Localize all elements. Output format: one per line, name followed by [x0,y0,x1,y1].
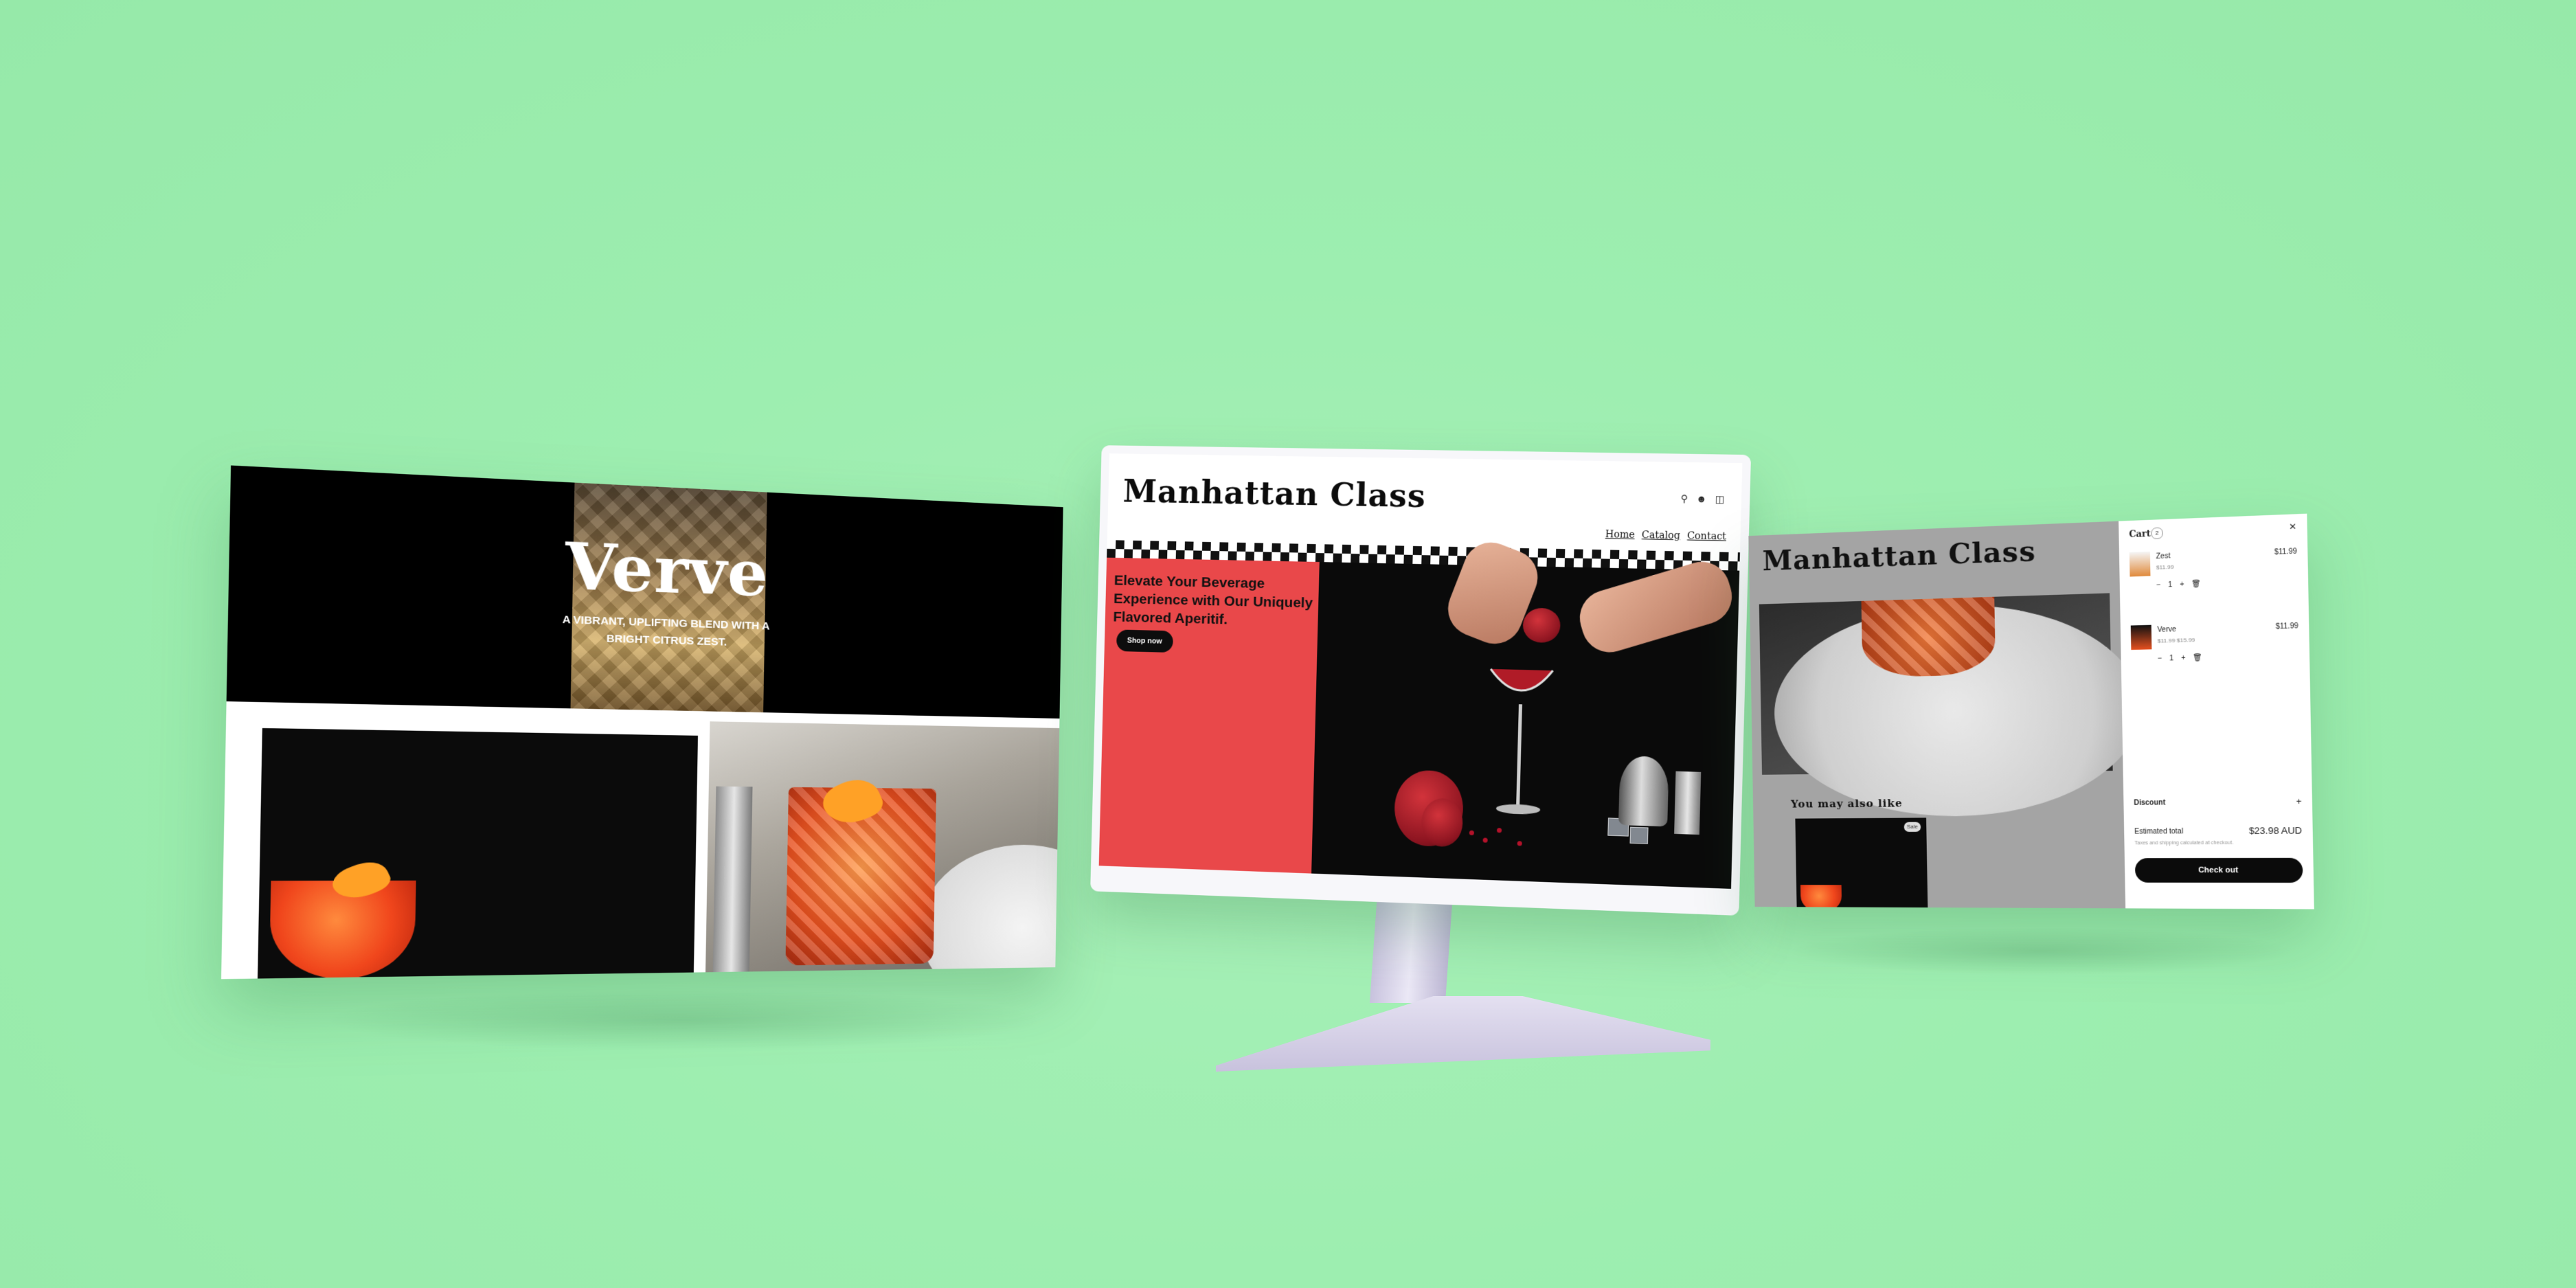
shop-now-button[interactable]: Shop now [1116,629,1173,653]
spritz-glass [1800,885,1842,909]
cocktail-shaker [1618,756,1669,826]
site-logo[interactable]: Manhattan Class [1122,473,1426,515]
quantity-value[interactable]: 1 [2169,655,2173,663]
product-card[interactable]: Sale [1795,817,1928,907]
header-icons: ⚲ ☻ ◫ [1680,493,1724,505]
monitor-stand-base [1216,996,1710,1072]
subtotal-label: Estimated total [2134,828,2183,836]
item-unit-price: $11.99 [2156,564,2174,571]
product-image-negroni[interactable] [705,721,1059,972]
item-name[interactable]: Zest [2156,552,2170,561]
quantity-value[interactable]: 1 [2168,581,2172,589]
tax-note: Taxes and shipping calculated at checkou… [2134,841,2233,846]
item-unit-price: $11.99 $15.99 [2158,637,2195,644]
search-icon[interactable]: ⚲ [1680,493,1688,504]
seed [1483,837,1488,842]
cart-count-badge: 2 [2151,528,2162,539]
pomegranate-half [1522,608,1561,644]
account-icon[interactable]: ☻ [1696,493,1707,506]
right-website-panel: Manhattan Class You may also like Sale C… [1748,514,2314,909]
item-thumbnail [2129,552,2151,577]
trash-icon[interactable]: 🗑 [2191,580,2201,588]
checkout-button[interactable]: Check out [2135,858,2303,883]
jigger [713,787,753,974]
item-price: $11.99 [2276,622,2298,631]
main-nav: Home Catalog Contact [1605,529,1727,543]
cart-item: Verve $11.99 $15.99 $11.99 − 1 + 🗑 [2131,621,2299,683]
hero-subtitle: A vibrant, uplifting blend with a bright… [547,611,784,653]
plate [918,844,1063,979]
discount-toggle[interactable]: Discount [2134,799,2165,807]
jigger [1674,771,1701,835]
pomegranate-right [1421,798,1464,847]
right-hand [1573,555,1739,659]
minus-icon[interactable]: − [2156,581,2160,589]
trash-icon[interactable]: 🗑 [2193,654,2202,662]
center-monitor: Manhattan Class ⚲ ☻ ◫ Home Catalog Conta… [1090,445,1751,916]
bag-icon[interactable]: ◫ [1715,493,1725,505]
plus-icon[interactable]: + [2181,654,2186,662]
item-thumbnail [2131,625,2152,650]
you-may-also-like-heading: You may also like [1791,797,1903,810]
item-price: $11.99 [2274,547,2297,556]
nav-contact[interactable]: Contact [1687,530,1726,542]
cocktail-glass [1862,597,1996,678]
ice-cube [1630,827,1649,844]
sale-badge: Sale [1904,822,1921,832]
minus-icon[interactable]: − [2158,655,2162,663]
seed [1469,831,1474,835]
nav-catalog[interactable]: Catalog [1642,530,1680,541]
seed [1497,828,1502,833]
cart-drawer: Cart 2 ✕ Zest $11.99 $11.99 − 1 + 🗑 Verv… [2119,514,2314,909]
monitor-screen: Manhattan Class ⚲ ☻ ◫ Home Catalog Conta… [1099,453,1743,889]
left-website-panel: Verve A vibrant, uplifting blend with a … [221,466,1063,980]
hero-photo [1311,562,1739,889]
chevron-down-icon[interactable]: + [2296,796,2301,806]
subtotal-value: $23.98 AUD [2249,825,2303,836]
left-hero-banner: Verve A vibrant, uplifting blend with a … [227,466,1063,719]
product-image-spritz[interactable] [258,728,698,979]
close-icon[interactable]: ✕ [2289,521,2296,532]
hero-headline: Elevate Your Beverage Experience with Ou… [1113,572,1315,631]
item-name[interactable]: Verve [2157,626,2176,634]
left-shadow [323,989,1044,1051]
site-logo[interactable]: Manhattan Class [1762,534,2036,577]
nav-home[interactable]: Home [1605,529,1635,541]
cart-item: Zest $11.99 $11.99 − 1 + 🗑 [2129,546,2298,609]
seed [1517,841,1522,846]
cart-title: Cart [2129,528,2151,539]
hero-photo [1759,593,2113,774]
quantity-stepper: − 1 + 🗑 [2158,654,2202,663]
right-shadow [1786,927,2294,975]
coupe-glass [1480,662,1560,830]
quantity-stepper: − 1 + 🗑 [2156,580,2201,589]
plus-icon[interactable]: + [2180,580,2184,589]
